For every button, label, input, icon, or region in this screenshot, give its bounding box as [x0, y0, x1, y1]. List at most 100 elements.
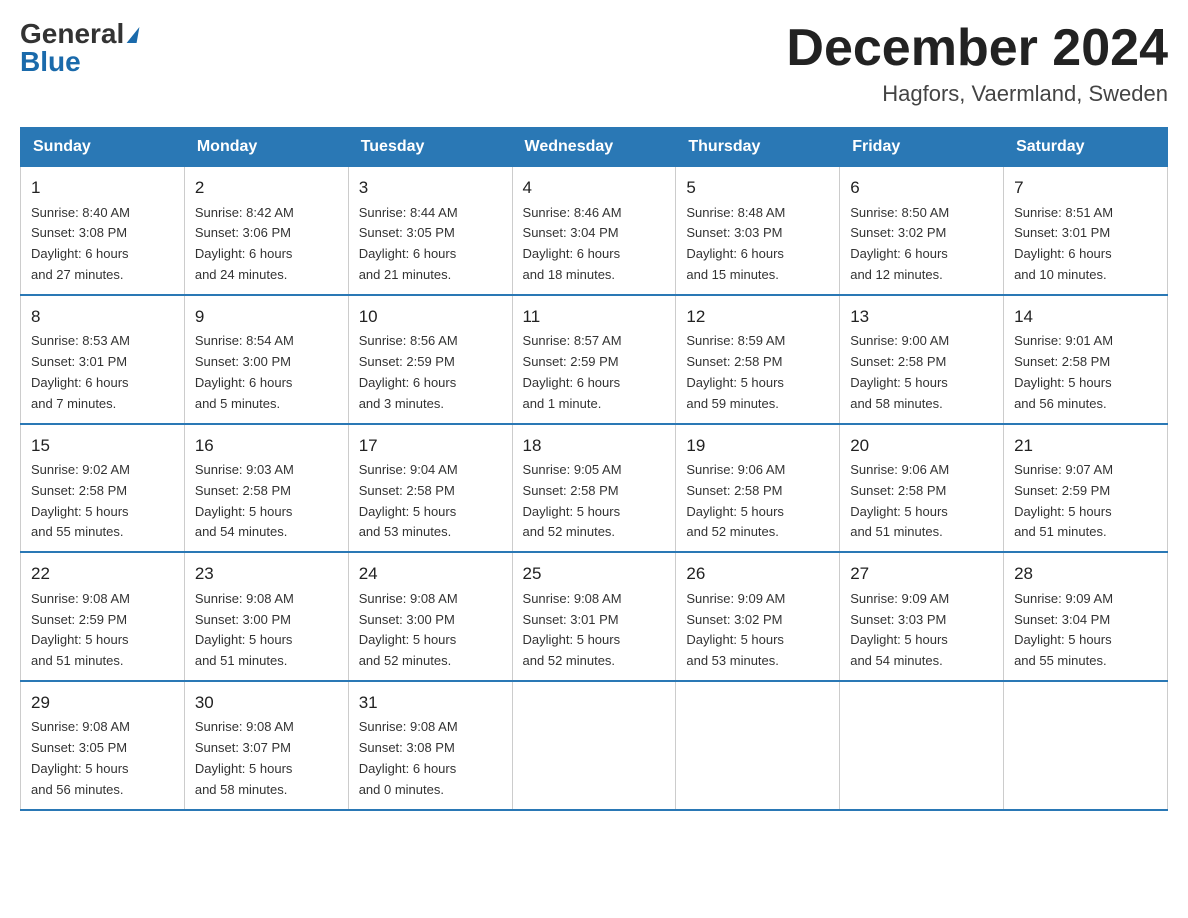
- day-number: 27: [850, 561, 993, 587]
- day-number: 11: [523, 304, 666, 330]
- day-number: 20: [850, 433, 993, 459]
- day-info: Sunrise: 9:04 AMSunset: 2:58 PMDaylight:…: [359, 460, 502, 543]
- day-number: 13: [850, 304, 993, 330]
- calendar-cell: 21Sunrise: 9:07 AMSunset: 2:59 PMDayligh…: [1004, 424, 1168, 553]
- day-number: 16: [195, 433, 338, 459]
- location-title: Hagfors, Vaermland, Sweden: [786, 81, 1168, 107]
- day-number: 22: [31, 561, 174, 587]
- calendar-cell: 26Sunrise: 9:09 AMSunset: 3:02 PMDayligh…: [676, 552, 840, 681]
- calendar-week-row: 8Sunrise: 8:53 AMSunset: 3:01 PMDaylight…: [21, 295, 1168, 424]
- day-number: 25: [523, 561, 666, 587]
- day-number: 4: [523, 175, 666, 201]
- day-info: Sunrise: 9:03 AMSunset: 2:58 PMDaylight:…: [195, 460, 338, 543]
- calendar-week-row: 22Sunrise: 9:08 AMSunset: 2:59 PMDayligh…: [21, 552, 1168, 681]
- day-number: 2: [195, 175, 338, 201]
- day-info: Sunrise: 9:00 AMSunset: 2:58 PMDaylight:…: [850, 331, 993, 414]
- day-number: 6: [850, 175, 993, 201]
- calendar-cell: 31Sunrise: 9:08 AMSunset: 3:08 PMDayligh…: [348, 681, 512, 810]
- day-info: Sunrise: 9:08 AMSunset: 3:05 PMDaylight:…: [31, 717, 174, 800]
- day-number: 24: [359, 561, 502, 587]
- day-number: 26: [686, 561, 829, 587]
- day-info: Sunrise: 9:08 AMSunset: 3:08 PMDaylight:…: [359, 717, 502, 800]
- day-number: 23: [195, 561, 338, 587]
- calendar-cell: 1Sunrise: 8:40 AMSunset: 3:08 PMDaylight…: [21, 167, 185, 295]
- day-info: Sunrise: 9:05 AMSunset: 2:58 PMDaylight:…: [523, 460, 666, 543]
- calendar-cell: 29Sunrise: 9:08 AMSunset: 3:05 PMDayligh…: [21, 681, 185, 810]
- calendar-cell: 23Sunrise: 9:08 AMSunset: 3:00 PMDayligh…: [184, 552, 348, 681]
- header-saturday: Saturday: [1004, 128, 1168, 167]
- calendar-cell: [676, 681, 840, 810]
- day-info: Sunrise: 8:54 AMSunset: 3:00 PMDaylight:…: [195, 331, 338, 414]
- calendar-cell: 20Sunrise: 9:06 AMSunset: 2:58 PMDayligh…: [840, 424, 1004, 553]
- day-info: Sunrise: 9:06 AMSunset: 2:58 PMDaylight:…: [850, 460, 993, 543]
- calendar-cell: 16Sunrise: 9:03 AMSunset: 2:58 PMDayligh…: [184, 424, 348, 553]
- calendar-cell: 7Sunrise: 8:51 AMSunset: 3:01 PMDaylight…: [1004, 167, 1168, 295]
- calendar-week-row: 29Sunrise: 9:08 AMSunset: 3:05 PMDayligh…: [21, 681, 1168, 810]
- day-number: 29: [31, 690, 174, 716]
- day-number: 7: [1014, 175, 1157, 201]
- day-number: 12: [686, 304, 829, 330]
- day-info: Sunrise: 9:08 AMSunset: 3:07 PMDaylight:…: [195, 717, 338, 800]
- calendar-cell: 12Sunrise: 8:59 AMSunset: 2:58 PMDayligh…: [676, 295, 840, 424]
- calendar-cell: 28Sunrise: 9:09 AMSunset: 3:04 PMDayligh…: [1004, 552, 1168, 681]
- day-info: Sunrise: 9:09 AMSunset: 3:03 PMDaylight:…: [850, 589, 993, 672]
- title-section: December 2024 Hagfors, Vaermland, Sweden: [786, 20, 1168, 107]
- day-info: Sunrise: 8:56 AMSunset: 2:59 PMDaylight:…: [359, 331, 502, 414]
- calendar-week-row: 1Sunrise: 8:40 AMSunset: 3:08 PMDaylight…: [21, 167, 1168, 295]
- day-info: Sunrise: 8:51 AMSunset: 3:01 PMDaylight:…: [1014, 203, 1157, 286]
- calendar-cell: 10Sunrise: 8:56 AMSunset: 2:59 PMDayligh…: [348, 295, 512, 424]
- calendar-cell: [840, 681, 1004, 810]
- calendar-cell: 6Sunrise: 8:50 AMSunset: 3:02 PMDaylight…: [840, 167, 1004, 295]
- header-tuesday: Tuesday: [348, 128, 512, 167]
- header-thursday: Thursday: [676, 128, 840, 167]
- calendar-cell: 3Sunrise: 8:44 AMSunset: 3:05 PMDaylight…: [348, 167, 512, 295]
- day-number: 21: [1014, 433, 1157, 459]
- day-info: Sunrise: 8:59 AMSunset: 2:58 PMDaylight:…: [686, 331, 829, 414]
- logo-general-text: General: [20, 20, 124, 48]
- calendar-cell: 18Sunrise: 9:05 AMSunset: 2:58 PMDayligh…: [512, 424, 676, 553]
- day-number: 17: [359, 433, 502, 459]
- day-number: 15: [31, 433, 174, 459]
- calendar-cell: 15Sunrise: 9:02 AMSunset: 2:58 PMDayligh…: [21, 424, 185, 553]
- calendar-cell: 25Sunrise: 9:08 AMSunset: 3:01 PMDayligh…: [512, 552, 676, 681]
- calendar-cell: 13Sunrise: 9:00 AMSunset: 2:58 PMDayligh…: [840, 295, 1004, 424]
- logo: General Blue: [20, 20, 138, 76]
- day-number: 14: [1014, 304, 1157, 330]
- calendar-cell: 24Sunrise: 9:08 AMSunset: 3:00 PMDayligh…: [348, 552, 512, 681]
- day-number: 10: [359, 304, 502, 330]
- day-info: Sunrise: 9:08 AMSunset: 3:01 PMDaylight:…: [523, 589, 666, 672]
- logo-blue-text: Blue: [20, 48, 81, 76]
- month-title: December 2024: [786, 20, 1168, 77]
- day-info: Sunrise: 9:02 AMSunset: 2:58 PMDaylight:…: [31, 460, 174, 543]
- day-info: Sunrise: 8:46 AMSunset: 3:04 PMDaylight:…: [523, 203, 666, 286]
- day-number: 28: [1014, 561, 1157, 587]
- calendar-cell: 4Sunrise: 8:46 AMSunset: 3:04 PMDaylight…: [512, 167, 676, 295]
- day-number: 3: [359, 175, 502, 201]
- day-info: Sunrise: 8:40 AMSunset: 3:08 PMDaylight:…: [31, 203, 174, 286]
- day-info: Sunrise: 8:44 AMSunset: 3:05 PMDaylight:…: [359, 203, 502, 286]
- calendar-cell: 22Sunrise: 9:08 AMSunset: 2:59 PMDayligh…: [21, 552, 185, 681]
- header-wednesday: Wednesday: [512, 128, 676, 167]
- day-info: Sunrise: 9:08 AMSunset: 2:59 PMDaylight:…: [31, 589, 174, 672]
- calendar-week-row: 15Sunrise: 9:02 AMSunset: 2:58 PMDayligh…: [21, 424, 1168, 553]
- calendar-cell: 11Sunrise: 8:57 AMSunset: 2:59 PMDayligh…: [512, 295, 676, 424]
- day-info: Sunrise: 9:09 AMSunset: 3:04 PMDaylight:…: [1014, 589, 1157, 672]
- day-info: Sunrise: 8:57 AMSunset: 2:59 PMDaylight:…: [523, 331, 666, 414]
- calendar-cell: 8Sunrise: 8:53 AMSunset: 3:01 PMDaylight…: [21, 295, 185, 424]
- day-number: 18: [523, 433, 666, 459]
- day-info: Sunrise: 9:01 AMSunset: 2:58 PMDaylight:…: [1014, 331, 1157, 414]
- day-number: 1: [31, 175, 174, 201]
- calendar-table: SundayMondayTuesdayWednesdayThursdayFrid…: [20, 127, 1168, 810]
- day-info: Sunrise: 9:08 AMSunset: 3:00 PMDaylight:…: [195, 589, 338, 672]
- calendar-cell: 17Sunrise: 9:04 AMSunset: 2:58 PMDayligh…: [348, 424, 512, 553]
- calendar-cell: 2Sunrise: 8:42 AMSunset: 3:06 PMDaylight…: [184, 167, 348, 295]
- header-sunday: Sunday: [21, 128, 185, 167]
- calendar-cell: [512, 681, 676, 810]
- day-number: 5: [686, 175, 829, 201]
- calendar-cell: 5Sunrise: 8:48 AMSunset: 3:03 PMDaylight…: [676, 167, 840, 295]
- day-info: Sunrise: 9:07 AMSunset: 2:59 PMDaylight:…: [1014, 460, 1157, 543]
- calendar-header-row: SundayMondayTuesdayWednesdayThursdayFrid…: [21, 128, 1168, 167]
- calendar-cell: 19Sunrise: 9:06 AMSunset: 2:58 PMDayligh…: [676, 424, 840, 553]
- day-info: Sunrise: 9:08 AMSunset: 3:00 PMDaylight:…: [359, 589, 502, 672]
- header-monday: Monday: [184, 128, 348, 167]
